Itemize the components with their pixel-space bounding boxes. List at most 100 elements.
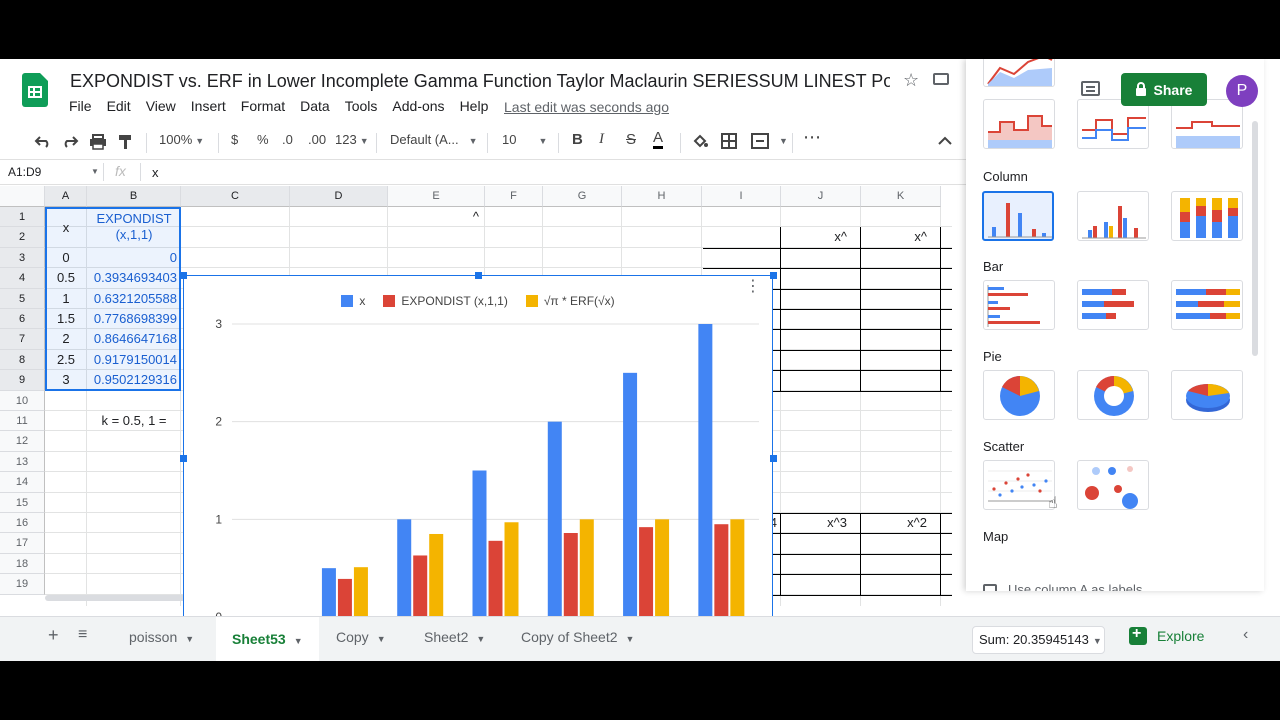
column-header-G[interactable]: G: [543, 186, 622, 207]
bar-x[interactable]: [397, 519, 412, 617]
chart-type-pie-3d[interactable]: [1171, 370, 1243, 420]
cell-expondist-value[interactable]: 0.8646647168: [87, 329, 181, 349]
menu-data[interactable]: Data: [300, 98, 330, 114]
row-header-17[interactable]: 17: [0, 533, 45, 554]
column-header-F[interactable]: F: [485, 186, 543, 207]
percent-button[interactable]: %: [257, 132, 269, 147]
sheets-logo-icon[interactable]: [22, 73, 48, 107]
row-header-6[interactable]: 6: [0, 309, 45, 330]
resize-handle[interactable]: [475, 272, 482, 279]
row-header-1[interactable]: 1: [0, 207, 45, 228]
cell-j16[interactable]: x^3: [781, 513, 861, 533]
menu-tools[interactable]: Tools: [345, 98, 378, 114]
move-folder-icon[interactable]: [933, 73, 949, 85]
cell-expondist-value[interactable]: 0.7768698399: [87, 309, 181, 329]
bar-x[interactable]: [472, 470, 487, 618]
paint-format-icon[interactable]: [118, 134, 134, 150]
cell-x-value[interactable]: 0: [45, 248, 87, 268]
bar-x[interactable]: [321, 568, 336, 617]
chart-type-column-grouped[interactable]: [1077, 191, 1149, 241]
row-header-13[interactable]: 13: [0, 451, 45, 473]
font-select[interactable]: Default (A... ▼: [390, 132, 478, 147]
row-header-14[interactable]: 14: [0, 472, 45, 493]
cell-k16[interactable]: x^2: [861, 513, 941, 533]
bar-erf[interactable]: [655, 519, 670, 617]
redo-icon[interactable]: [61, 134, 79, 148]
chart-type-bar[interactable]: [983, 280, 1055, 330]
print-icon[interactable]: [89, 134, 107, 150]
column-header-J[interactable]: J: [781, 186, 861, 207]
sum-indicator[interactable]: Sum: 20.35945143 ▼: [972, 626, 1105, 654]
bar-x[interactable]: [547, 421, 562, 617]
tab-sheet53[interactable]: Sheet53 ▼: [216, 617, 319, 661]
strikethrough-button[interactable]: S: [626, 131, 636, 148]
tab-copy-of-sheet2[interactable]: Copy of Sheet2 ▼: [521, 629, 634, 645]
cell-k2[interactable]: x^: [861, 227, 941, 247]
side-panel-toggle-icon[interactable]: ‹: [1243, 626, 1248, 644]
bar-expondist[interactable]: [563, 533, 578, 617]
bar-expondist[interactable]: [413, 555, 428, 617]
column-header-D[interactable]: D: [290, 186, 388, 207]
column-header-H[interactable]: H: [622, 186, 702, 207]
menu-insert[interactable]: Insert: [191, 98, 226, 114]
cell-b11-note[interactable]: k = 0.5, 1 =: [87, 411, 181, 431]
name-box[interactable]: A1:D9: [8, 165, 41, 179]
cell-x-value[interactable]: 1.5: [45, 309, 87, 329]
tab-poisson[interactable]: poisson ▼: [129, 629, 194, 645]
row-header-11[interactable]: 11: [0, 411, 45, 432]
menu-view[interactable]: View: [146, 98, 176, 114]
cell-x-value[interactable]: 2: [45, 329, 87, 349]
star-icon[interactable]: ☆: [903, 70, 919, 91]
row-header-18[interactable]: 18: [0, 553, 45, 575]
collapse-icon[interactable]: [938, 136, 952, 145]
chart-type-pie[interactable]: [983, 370, 1055, 420]
column-header-I[interactable]: I: [702, 186, 781, 207]
all-sheets-icon[interactable]: ≡: [78, 626, 87, 644]
menu-format[interactable]: Format: [241, 98, 285, 114]
bar-erf[interactable]: [353, 567, 368, 617]
tab-copy[interactable]: Copy ▼: [336, 629, 386, 645]
chart-type-area-partial[interactable]: [983, 59, 1055, 87]
chart-type-stepped-area[interactable]: [983, 99, 1055, 149]
bar-expondist[interactable]: [337, 578, 352, 617]
avatar[interactable]: P: [1226, 75, 1258, 107]
cell-expondist-value[interactable]: 0.3934693403: [87, 268, 181, 288]
currency-button[interactable]: $: [231, 132, 238, 147]
row-header-12[interactable]: 12: [0, 431, 45, 452]
row-header-9[interactable]: 9: [0, 370, 45, 391]
column-header-C[interactable]: C: [181, 186, 290, 207]
resize-handle[interactable]: [180, 454, 187, 462]
merge-cells-icon[interactable]: [751, 133, 769, 149]
row-header-5[interactable]: 5: [0, 288, 45, 309]
last-edit-link[interactable]: Last edit was seconds ago: [504, 99, 669, 115]
cell-expondist-value[interactable]: 0.6321205588: [87, 289, 181, 309]
text-color-button[interactable]: A: [653, 129, 664, 149]
font-size-select[interactable]: 10 ▼: [502, 132, 547, 147]
cell-x-value[interactable]: 2.5: [45, 350, 87, 370]
row-header-3[interactable]: 3: [0, 247, 45, 269]
row-header-4[interactable]: 4: [0, 268, 45, 289]
more-button[interactable]: ⋯: [803, 127, 821, 148]
chart-type-bar-100[interactable]: [1171, 280, 1243, 330]
undo-icon[interactable]: [34, 134, 52, 148]
menu-file[interactable]: File: [69, 98, 92, 114]
bar-x[interactable]: [623, 372, 638, 617]
column-header-K[interactable]: K: [861, 186, 941, 207]
chart-type-column[interactable]: [982, 191, 1054, 241]
bar-erf[interactable]: [429, 533, 444, 617]
name-box-dropdown-icon[interactable]: ▼: [91, 167, 99, 176]
bar-x[interactable]: [698, 324, 713, 617]
explore-button[interactable]: Explore: [1129, 625, 1204, 645]
cell-e1-partial[interactable]: ^: [388, 207, 485, 227]
column-header-B[interactable]: B: [87, 186, 181, 207]
chart-type-stepped-area-stacked[interactable]: [1077, 99, 1149, 149]
cell-a1-header[interactable]: x: [45, 207, 87, 248]
resize-handle[interactable]: [770, 454, 777, 462]
chart-type-bubble[interactable]: [1077, 460, 1149, 510]
row-header-15[interactable]: 15: [0, 492, 45, 513]
merge-dropdown-icon[interactable]: ▼: [779, 136, 788, 146]
embedded-chart[interactable]: ⋮ xEXPONDIST (x,1,1)√π * ERF(√x) 0123: [180, 272, 777, 644]
panel-scrollbar[interactable]: [1252, 121, 1258, 356]
tab-sheet2[interactable]: Sheet2 ▼: [424, 629, 485, 645]
menu-help[interactable]: Help: [460, 98, 489, 114]
